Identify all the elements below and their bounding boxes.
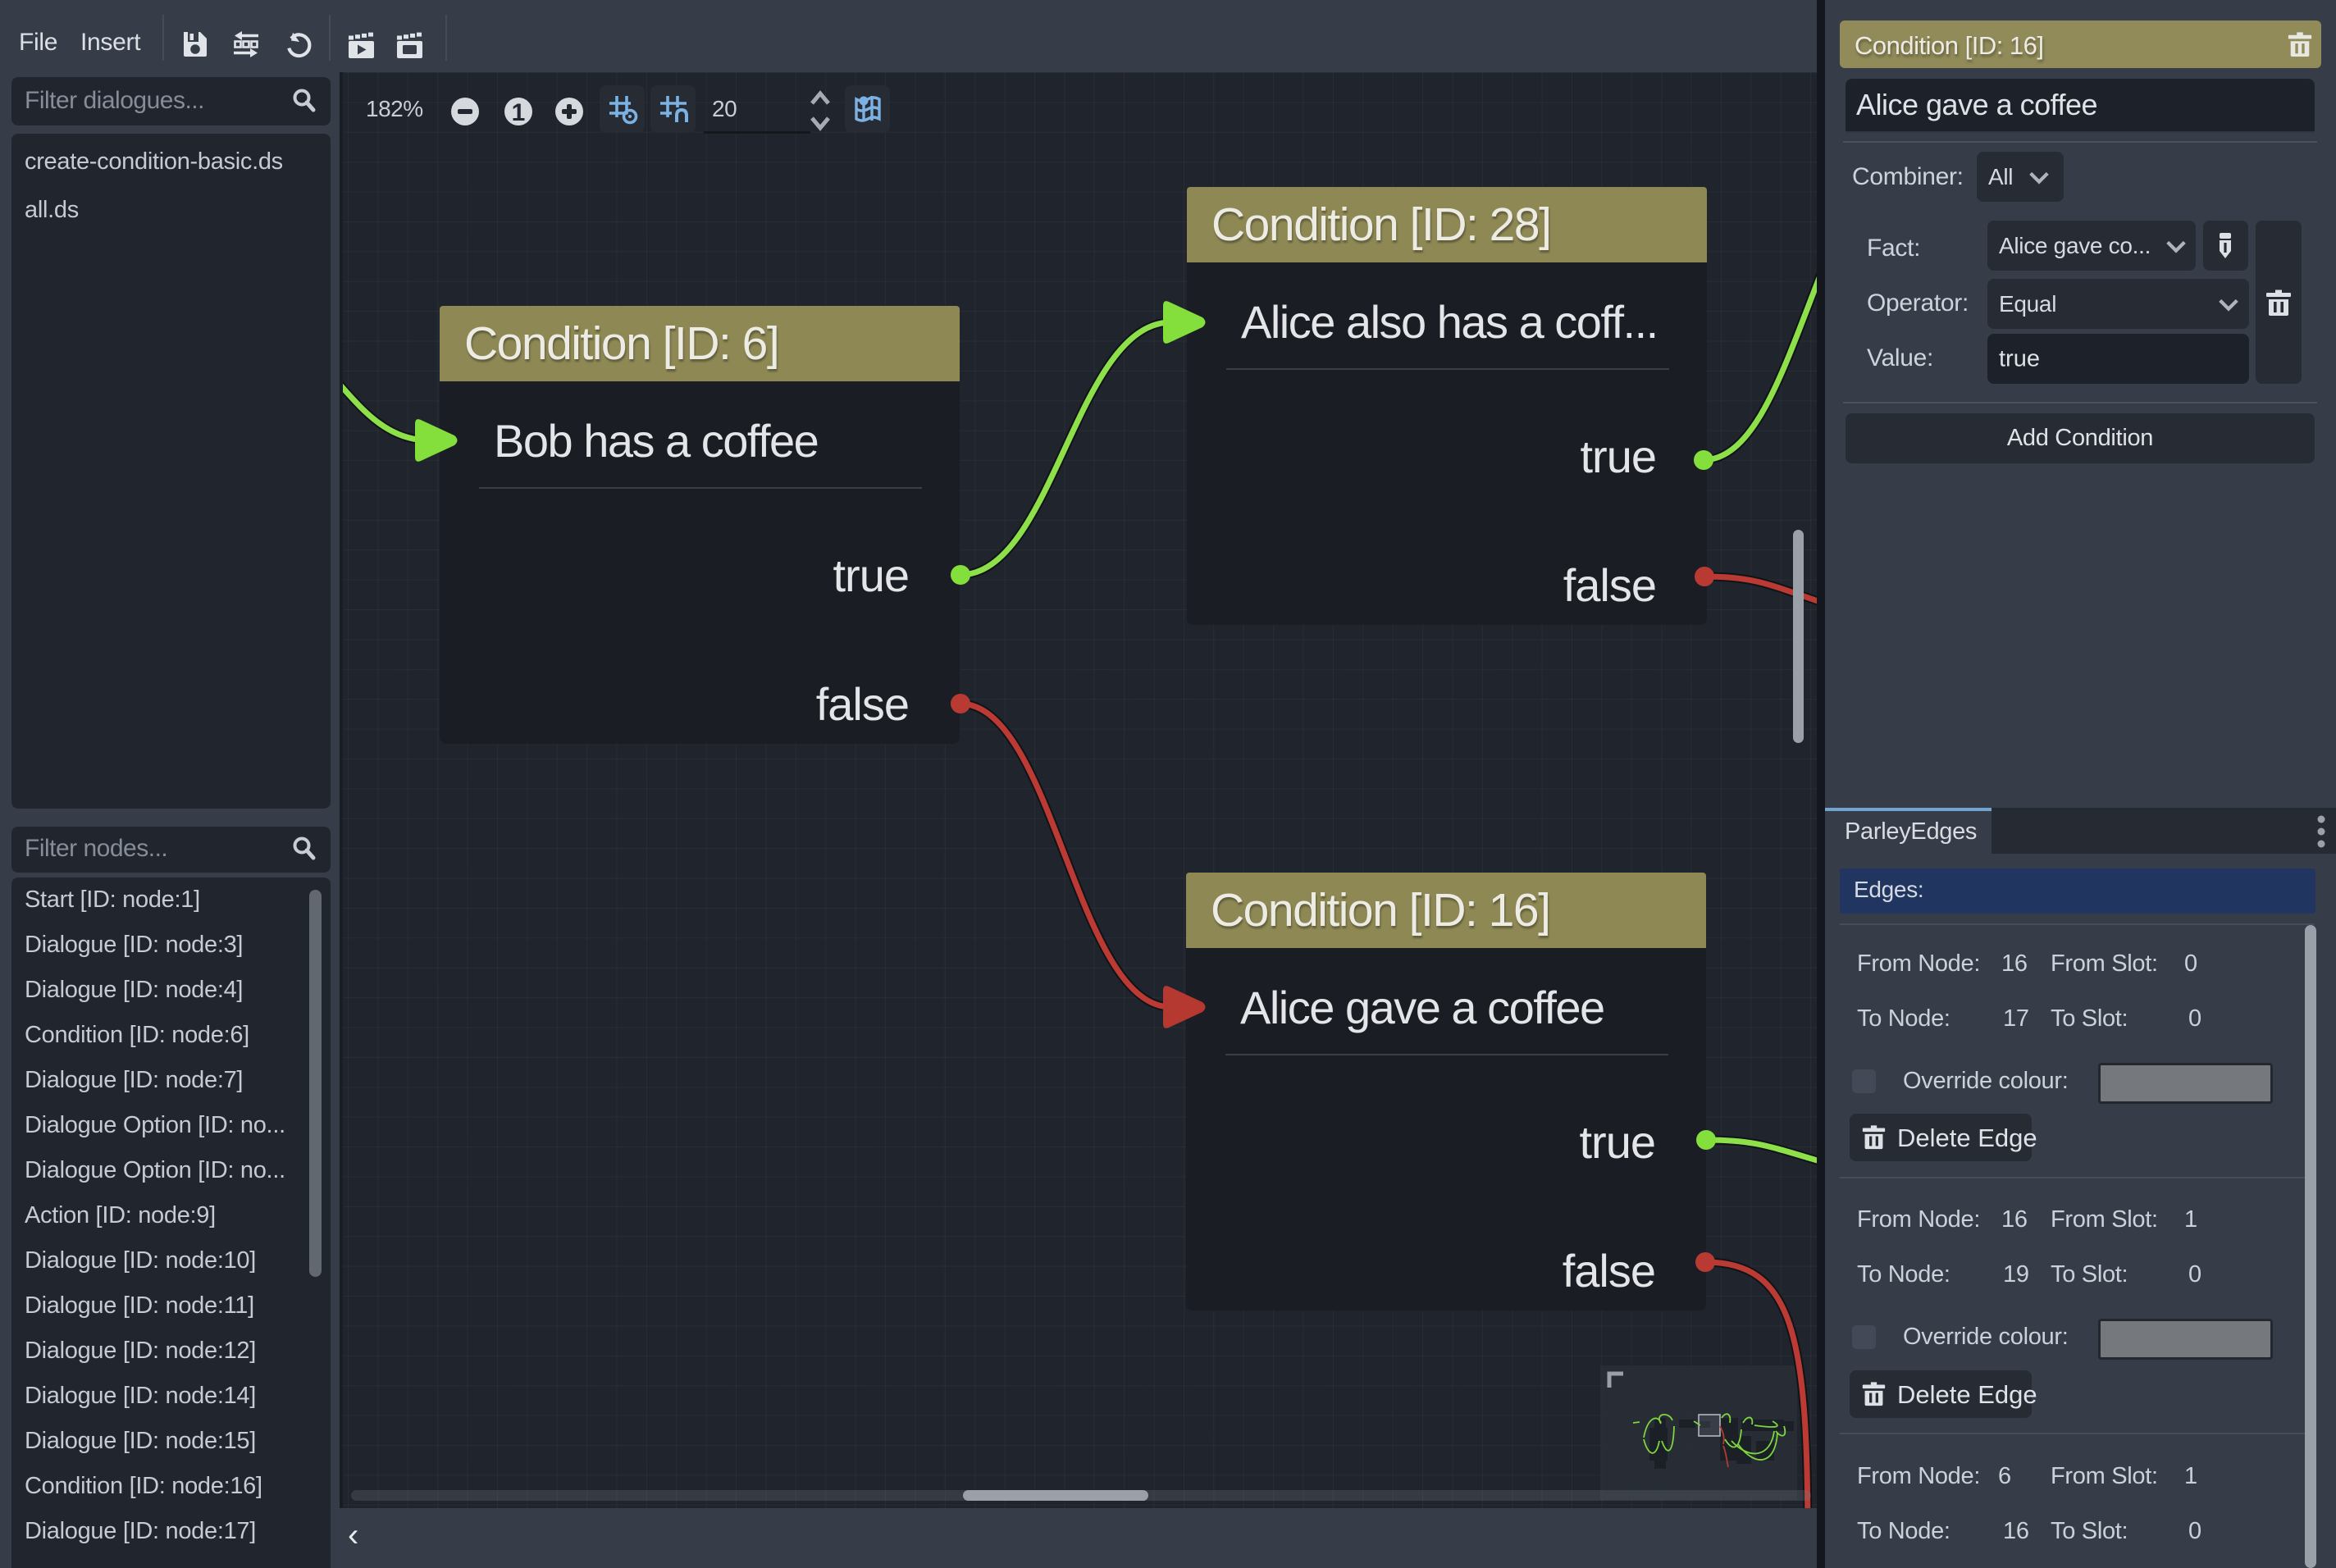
svg-text:1: 1: [512, 99, 526, 126]
